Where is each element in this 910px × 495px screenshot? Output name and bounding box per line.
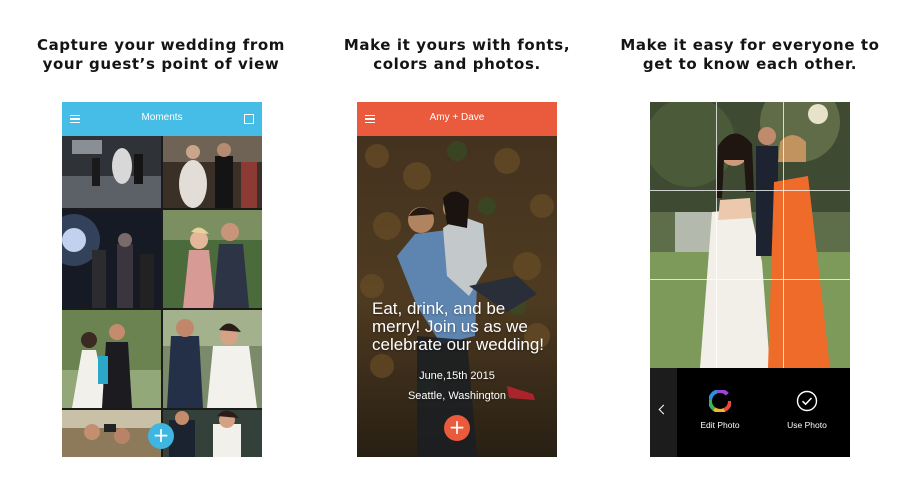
couple-background-photo [357,136,557,457]
action-label: Use Photo [787,420,827,430]
photo-tile[interactable] [163,410,262,457]
wedding-app-bar: Amy + Dave [357,102,557,136]
phone-edit-photo-screen: Edit Photo Use Photo [650,102,850,457]
app-title: Moments [141,112,183,123]
add-content-button[interactable]: + [444,415,470,441]
crop-gridline [650,279,850,280]
crop-gridline [716,102,717,368]
chevron-left-icon [658,404,669,415]
caption-line: your guest’s point of view [42,55,280,73]
crop-gridline [650,190,850,191]
plus-icon: + [152,423,170,447]
color-wheel-icon [709,390,731,412]
phone-moments-screen: Moments + [62,102,262,457]
invite-line: merry! Join us as we [372,317,528,336]
photo-action-bar: Edit Photo Use Photo [650,368,850,457]
caption-line: get to know each other. [642,55,858,73]
photo-grid: + [62,136,262,457]
wedding-date: June,15th 2015 [419,370,495,382]
action-label: Edit Photo [700,420,740,430]
add-photo-button[interactable]: + [148,423,174,449]
square-select-icon[interactable] [244,114,254,124]
back-button[interactable] [650,368,677,457]
moments-app-bar: Moments [62,102,262,136]
caption-make-it-yours: Make it yours with fonts, colors and pho… [317,36,597,74]
caption-line: colors and photos. [373,55,541,73]
checkmark-circle-icon [796,390,818,412]
caption-capture: Capture your wedding from your guest’s p… [21,36,301,74]
caption-make-it-easy: Make it easy for everyone to get to know… [610,36,890,74]
use-photo-button[interactable]: Use Photo [777,390,837,430]
photo-tile[interactable] [62,136,161,208]
caption-line: Make it easy for everyone to [620,36,880,54]
crop-gridline [783,102,784,368]
photo-tile[interactable] [62,310,161,408]
invite-line: Eat, drink, and be [372,299,506,318]
bride-guest-photo [650,102,850,368]
photo-tile[interactable] [163,310,262,408]
wedding-location: Seattle, Washington [407,390,507,402]
invite-line: celebrate our wedding! [372,335,545,354]
phone-wedding-site-screen: Amy + Dave Eat, drink, and be merry! Joi… [357,102,557,457]
plus-icon: + [448,415,466,439]
caption-line: Capture your wedding from [36,36,286,54]
app-title: Amy + Dave [429,112,485,123]
caption-line: Make it yours with fonts, [343,36,571,54]
photo-tile[interactable] [163,136,262,208]
photo-tile[interactable] [62,410,161,457]
photo-tile[interactable] [62,210,161,308]
photo-tile[interactable] [163,210,262,308]
edit-photo-button[interactable]: Edit Photo [690,390,750,430]
invitation-message: Eat, drink, and be merry! Join us as we … [372,300,552,354]
